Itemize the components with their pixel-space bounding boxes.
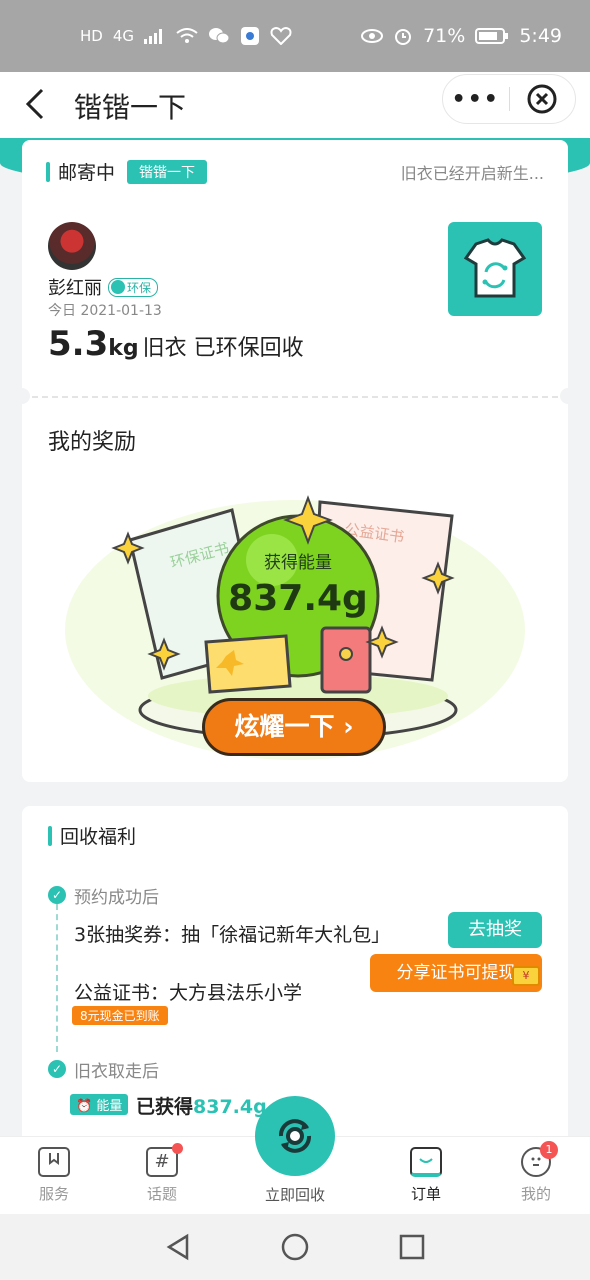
status-icons-right: 71% 5:49 (361, 25, 562, 47)
tab-mine[interactable]: 我的 1 (496, 1141, 576, 1204)
brand-tag: 锴锴一下 (127, 159, 208, 184)
nav-home-icon[interactable] (280, 1232, 310, 1262)
timeline-line (56, 904, 58, 1052)
topic-dot (172, 1143, 183, 1154)
recycle-icon (279, 1119, 311, 1153)
recycle-now-label: 立即回收 (264, 1186, 325, 1204)
order-icon (410, 1147, 442, 1177)
eco-badge: 环保 (108, 277, 159, 297)
card-divider (22, 396, 568, 398)
leaf-icon (111, 280, 125, 294)
energy-label: 获得能量 (264, 553, 332, 573)
step1-label: 预约成功后 (74, 888, 159, 908)
more-button[interactable]: ••• (443, 87, 509, 112)
shirt-tile (448, 222, 542, 316)
back-button[interactable] (22, 86, 58, 122)
energy-tag: ⏰ 能量 (70, 1094, 129, 1115)
tab-topic[interactable]: # 话题 (122, 1143, 202, 1204)
notch-right (560, 388, 576, 404)
tab-orders[interactable]: 订单 (386, 1147, 466, 1204)
tab-mine-label: 我的 (520, 1185, 551, 1203)
lottery-button[interactable]: 去抽奖 (448, 912, 542, 948)
mini-program-capsule: ••• (442, 74, 576, 124)
energy-tag-label: 能量 (96, 1099, 123, 1114)
welfare-header: 回收福利 (48, 822, 136, 849)
section-bar (48, 825, 52, 846)
wechat-icon (209, 28, 230, 44)
title-bar: 锴锴一下 ••• (0, 72, 590, 138)
tab-service-label: 服务 (38, 1185, 69, 1203)
chevron-left-icon (25, 88, 44, 120)
alarm-small-icon: ⏰ (76, 1099, 93, 1114)
show-off-button[interactable]: 炫耀一下 › (202, 698, 386, 756)
system-nav-bar (0, 1214, 590, 1280)
cash-tag: 8元现金已到账 (72, 1006, 168, 1025)
status-icons-left: HD 4G (80, 26, 292, 46)
order-status-detail[interactable]: 旧衣已经开启新生... (401, 160, 544, 184)
signal-icon (144, 29, 163, 44)
check-icon: ✓ (48, 1060, 66, 1078)
show-off-label: 炫耀一下 › (234, 712, 354, 741)
earned-text: 已获得837.4g (136, 1092, 267, 1119)
order-status-header: 邮寄中 锴锴一下 (46, 158, 208, 185)
close-button[interactable] (510, 83, 576, 115)
coupon-icon: ¥ (512, 966, 540, 986)
weight-number: 5.3 (48, 324, 109, 364)
earned-prefix: 已获得 (136, 1096, 194, 1118)
user-name: 彭红丽 (48, 278, 102, 299)
battery-icon (475, 28, 509, 44)
check-icon: ✓ (48, 886, 66, 904)
close-circle-icon (527, 84, 557, 114)
status-bar: HD 4G 71% 5:49 (0, 0, 590, 72)
user-info: 彭红丽 环保 (48, 274, 159, 300)
eye-icon (361, 29, 384, 43)
cert-text: 公益证书：大方县法乐小学 (74, 982, 303, 1004)
weight-text: 旧衣 已环保回收 (142, 336, 304, 361)
bookmark-icon (38, 1147, 70, 1177)
wifi-icon (176, 28, 198, 43)
lottery-text: 3张抽奖券：抽「徐福记新年大礼包」 (74, 924, 391, 946)
weight-unit: kg (108, 336, 139, 361)
recycled-weight: 5.3 kg 旧衣 已环保回收 (48, 324, 304, 364)
section-bar (46, 161, 50, 182)
health-icon (270, 27, 292, 45)
tab-topic-label: 话题 (146, 1185, 177, 1203)
rewards-illustration: 环保证书 公益证书 获得能量 837.4g 炫耀一下 › (22, 480, 568, 780)
notch-left (14, 388, 30, 404)
eco-badge-label: 环保 (127, 280, 152, 295)
order-status: 邮寄中 (58, 162, 116, 184)
earned-value: 837.4g (193, 1096, 267, 1118)
order-date: 今日 2021-01-13 (48, 303, 162, 319)
alarm-icon (395, 29, 412, 45)
tab-orders-label: 订单 (410, 1185, 441, 1203)
network-4g-icon: 4G (112, 27, 135, 45)
page-title: 锴锴一下 (74, 91, 187, 124)
battery-percent: 71% (423, 25, 466, 47)
recycle-shirt-icon (463, 238, 527, 298)
welfare-title: 回收福利 (60, 826, 137, 848)
nav-recents-icon[interactable] (397, 1232, 427, 1262)
app-icon (241, 27, 260, 45)
energy-value: 837.4g (228, 578, 368, 619)
nav-back-icon[interactable] (163, 1232, 193, 1262)
mine-badge: 1 (540, 1141, 558, 1159)
avatar (48, 222, 96, 270)
order-card: 邮寄中 锴锴一下 旧衣已经开启新生... 彭红丽 环保 今日 2021-01-1… (14, 140, 576, 782)
ticket-shape (204, 634, 292, 694)
tab-service[interactable]: 服务 (14, 1147, 94, 1204)
rewards-title: 我的奖励 (48, 430, 137, 455)
step2-label: 旧衣取走后 (74, 1062, 159, 1082)
recycle-now-button[interactable] (255, 1096, 335, 1176)
clock: 5:49 (519, 25, 562, 47)
hd-icon: HD (80, 27, 103, 45)
